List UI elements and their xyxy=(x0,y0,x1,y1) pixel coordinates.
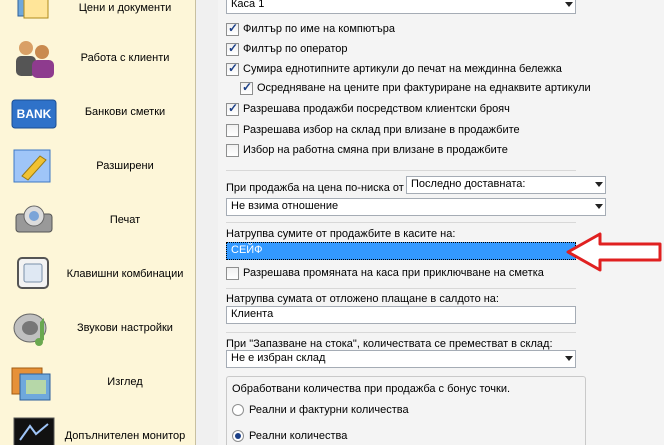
radio-real-and-invoice[interactable]: Реални и фактурни количества xyxy=(232,401,409,419)
sidebar-item-bank[interactable]: BANK Банкови сметки xyxy=(0,88,196,138)
sidebar-item-print[interactable]: Печат xyxy=(0,196,196,246)
radio-circle[interactable] xyxy=(232,404,244,416)
deferred-payment-select[interactable]: Клиента xyxy=(226,306,576,324)
save-goods-warehouse-select[interactable]: Не е избран склад xyxy=(226,350,576,368)
divider xyxy=(226,170,576,171)
checkbox-box[interactable] xyxy=(226,123,239,137)
checkbox-box[interactable] xyxy=(240,80,253,95)
client-counter-checkbox[interactable]: Разрешава продажби посредством клиентски… xyxy=(226,100,510,118)
sidebar: Цени и документи Работа с клиенти BANK Б… xyxy=(0,0,196,445)
radio-real-only[interactable]: Реални количества xyxy=(232,427,347,445)
prices-documents-icon xyxy=(17,0,49,19)
cash-register-select[interactable]: Каса 1 xyxy=(226,0,576,14)
radio-label: Реални количества xyxy=(249,430,348,442)
panel-gap xyxy=(196,0,218,445)
advanced-icon xyxy=(13,149,51,183)
chevron-down-icon xyxy=(565,356,573,361)
sidebar-item-monitor[interactable]: Допълнителен монитор xyxy=(0,412,196,445)
bonus-points-group-title: Обработвани количества при продажба с бо… xyxy=(232,383,511,395)
warehouse-choice-checkbox[interactable]: Разрешава избор на склад при влизане в п… xyxy=(226,121,520,139)
checkbox-label: Разрешава избор на склад при влизане в п… xyxy=(243,124,520,136)
clients-icon xyxy=(16,41,54,78)
sidebar-item-view[interactable]: Изглед xyxy=(0,358,196,408)
sidebar-item-label: Клавишни комбинации xyxy=(66,268,184,280)
divider xyxy=(226,332,576,333)
checkbox-label: Сумира еднотипните артикули до печат на … xyxy=(243,63,562,75)
checkbox-label: Осредняване на цените при фактуриране на… xyxy=(257,82,591,94)
checkbox-box[interactable] xyxy=(226,266,239,280)
sidebar-item-keyboard-shortcuts[interactable]: Клавишни комбинации xyxy=(0,250,196,300)
deferred-payment-label: Натрупва сумата от отложено плащане в са… xyxy=(226,293,499,305)
sidebar-item-prices-documents[interactable]: Цени и документи xyxy=(0,0,196,28)
checkbox-label: Филтър по име на компютъра xyxy=(243,23,396,35)
sound-settings-icon xyxy=(13,313,47,346)
checkbox-box[interactable] xyxy=(226,101,239,116)
sidebar-item-label: Печат xyxy=(109,214,141,226)
checkbox-label: Филтър по оператор xyxy=(243,43,348,55)
lower-price-action-value: Не взима отношение xyxy=(231,200,339,212)
deferred-payment-value: Клиента xyxy=(231,308,274,320)
sidebar-item-label: Разширени xyxy=(96,160,154,172)
annotation-arrow-icon xyxy=(566,232,662,272)
bank-icon: BANK xyxy=(11,99,57,129)
accumulate-label: Натрупва сумите от продажбите в касите н… xyxy=(226,228,456,240)
checkbox-box[interactable] xyxy=(226,143,239,157)
checkbox-box[interactable] xyxy=(226,41,239,56)
chevron-down-icon xyxy=(595,204,603,209)
allow-change-register-checkbox[interactable]: Разрешава промяната на каса при приключв… xyxy=(226,264,544,282)
checkbox-label: Избор на работна смяна при влизане в про… xyxy=(243,144,508,156)
sidebar-item-label: Цени и документи xyxy=(78,2,172,14)
average-prices-checkbox[interactable]: Осредняване на цените при фактуриране на… xyxy=(240,79,591,97)
save-goods-warehouse-value: Не е избран склад xyxy=(231,352,326,364)
monitor-icon xyxy=(13,417,55,445)
divider xyxy=(226,288,576,289)
checkbox-box[interactable] xyxy=(226,61,239,76)
radio-label: Реални и фактурни количества xyxy=(249,404,409,416)
divider xyxy=(226,222,576,223)
view-icon xyxy=(11,367,51,401)
keyboard-shortcuts-icon xyxy=(17,257,49,289)
chevron-down-icon xyxy=(595,182,603,187)
sidebar-item-label: Изглед xyxy=(107,376,143,388)
accumulate-select[interactable]: СЕЙФ xyxy=(226,242,576,260)
lower-price-value: Последно доставната: xyxy=(411,178,526,190)
sidebar-item-clients[interactable]: Работа с клиенти xyxy=(0,34,196,84)
sidebar-item-label: Работа с клиенти xyxy=(80,52,170,64)
sidebar-item-advanced[interactable]: Разширени xyxy=(0,142,196,192)
chevron-down-icon xyxy=(565,2,573,7)
accumulate-value: СЕЙФ xyxy=(231,244,263,256)
checkbox-label: Разрешава промяната на каса при приключв… xyxy=(243,267,544,279)
sidebar-item-label: Допълнителен монитор xyxy=(64,430,186,442)
work-shift-checkbox[interactable]: Избор на работна смяна при влизане в про… xyxy=(226,141,508,159)
lower-price-select[interactable]: Последно доставната: xyxy=(406,176,606,194)
lower-price-label: При продажба на цена по-ниска от xyxy=(226,182,404,194)
filter-computer-name-checkbox[interactable]: Филтър по име на компютъра xyxy=(226,20,395,38)
radio-circle[interactable] xyxy=(232,430,244,442)
sum-same-items-checkbox[interactable]: Сумира еднотипните артикули до печат на … xyxy=(226,60,562,78)
checkbox-box[interactable] xyxy=(226,21,239,36)
sidebar-item-label: Звукови настройки xyxy=(77,322,173,334)
cash-register-value: Каса 1 xyxy=(231,0,265,10)
lower-price-action-select[interactable]: Не взима отношение xyxy=(226,198,606,216)
save-goods-label: При "Запазване на стока", количествата с… xyxy=(226,338,553,350)
print-icon xyxy=(15,205,53,233)
settings-panel: Каса 1 Филтър по име на компютъра Филтър… xyxy=(218,0,664,445)
filter-operator-checkbox[interactable]: Филтър по оператор xyxy=(226,40,347,58)
sidebar-item-sound-settings[interactable]: Звукови настройки xyxy=(0,304,196,354)
svg-text:BANK: BANK xyxy=(17,107,52,121)
checkbox-label: Разрешава продажби посредством клиентски… xyxy=(243,103,510,115)
sidebar-item-label: Банкови сметки xyxy=(84,106,166,118)
